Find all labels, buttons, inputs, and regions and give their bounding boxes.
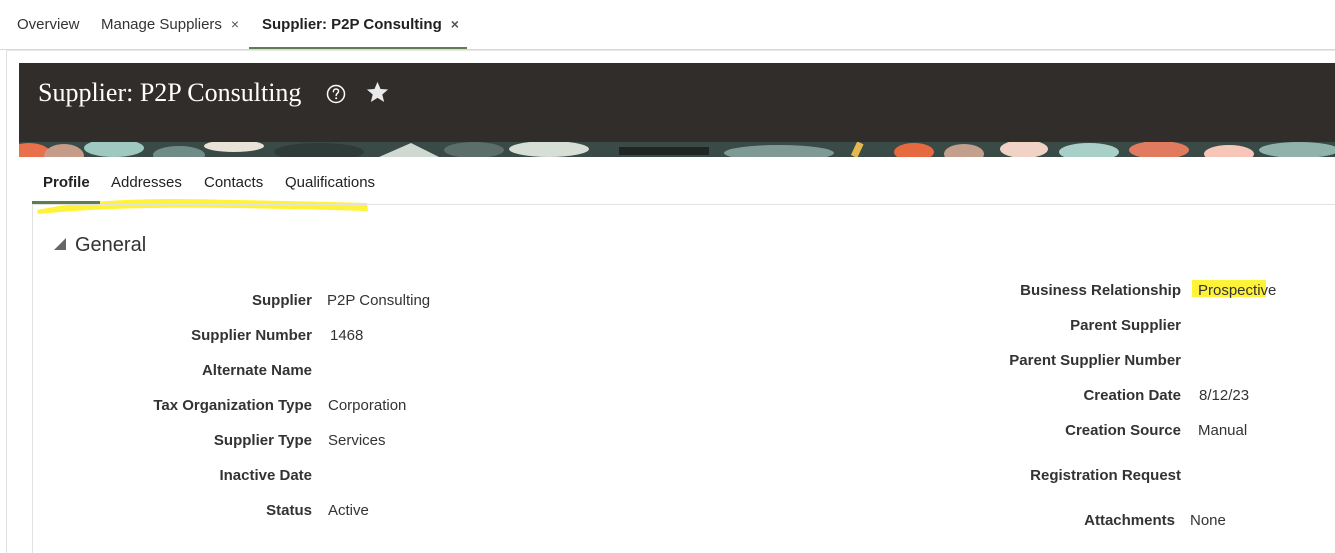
decorative-banner-artwork	[19, 142, 1335, 157]
field-value-status: Active	[328, 502, 369, 519]
field-label-status: Status	[266, 502, 312, 519]
subtab-qualifications[interactable]: Qualifications	[285, 174, 375, 191]
field-label-supplier: Supplier	[251, 292, 312, 309]
page-header-banner: Supplier: P2P Consulting	[19, 63, 1335, 142]
close-icon[interactable]: ×	[451, 16, 459, 32]
field-label-parent-supplier-number: Parent Supplier Number	[1009, 352, 1181, 369]
field-value-creation-date: 8/12/23	[1199, 387, 1250, 404]
subtab-addresses[interactable]: Addresses	[111, 174, 182, 191]
field-label-creation-source: Creation Source	[1065, 422, 1181, 439]
field-label-creation-date: Creation Date	[1083, 387, 1181, 404]
subtab-divider	[32, 204, 1335, 205]
page-frame-top	[6, 50, 1335, 51]
content-frame-left	[32, 205, 33, 553]
field-label-registration-request: Registration Request	[1030, 467, 1181, 484]
field-value-supplier: P2P Consulting	[327, 292, 431, 309]
tab-supplier-p2p-consulting[interactable]: Supplier: P2P Consulting ×	[262, 16, 459, 36]
help-circle-icon[interactable]	[326, 84, 346, 104]
field-value-supplier-type: Services	[328, 432, 386, 449]
tab-overview[interactable]: Overview	[17, 16, 80, 36]
collapse-triangle-icon[interactable]	[53, 237, 67, 251]
subtab-contacts[interactable]: Contacts	[204, 174, 263, 191]
field-label-supplier-number: Supplier Number	[191, 327, 312, 344]
field-label-inactive-date: Inactive Date	[219, 467, 312, 484]
page-title: Supplier: P2P Consulting	[38, 78, 302, 107]
field-label-attachments: Attachments	[1084, 512, 1175, 529]
star-icon[interactable]	[365, 80, 390, 105]
tab-label: Manage Suppliers	[101, 16, 222, 33]
field-label-tax-organization-type: Tax Organization Type	[153, 397, 312, 414]
field-label-supplier-type: Supplier Type	[213, 432, 312, 449]
close-icon[interactable]: ×	[231, 16, 239, 32]
field-label-alternate-name: Alternate Name	[201, 362, 312, 379]
field-value-business-relationship: Prospective	[1198, 282, 1277, 299]
page-frame-left	[6, 50, 7, 553]
field-value-tax-organization-type: Corporation	[328, 397, 407, 414]
subtab-profile[interactable]: Profile	[43, 174, 90, 191]
field-value-attachments[interactable]: None	[1190, 512, 1226, 529]
tab-label: Supplier: P2P Consulting	[262, 16, 442, 33]
field-value-supplier-number: 1468	[330, 327, 364, 344]
field-label-business-relationship: Business Relationship	[1020, 282, 1181, 299]
top-tab-bar: Overview Manage Suppliers × Supplier: P2P…	[0, 0, 1335, 50]
tab-label: Overview	[17, 16, 80, 33]
section-title-general: General	[75, 234, 147, 256]
field-value-creation-source: Manual	[1198, 422, 1248, 439]
field-label-parent-supplier: Parent Supplier	[1070, 317, 1181, 334]
tab-manage-suppliers[interactable]: Manage Suppliers ×	[101, 16, 239, 36]
